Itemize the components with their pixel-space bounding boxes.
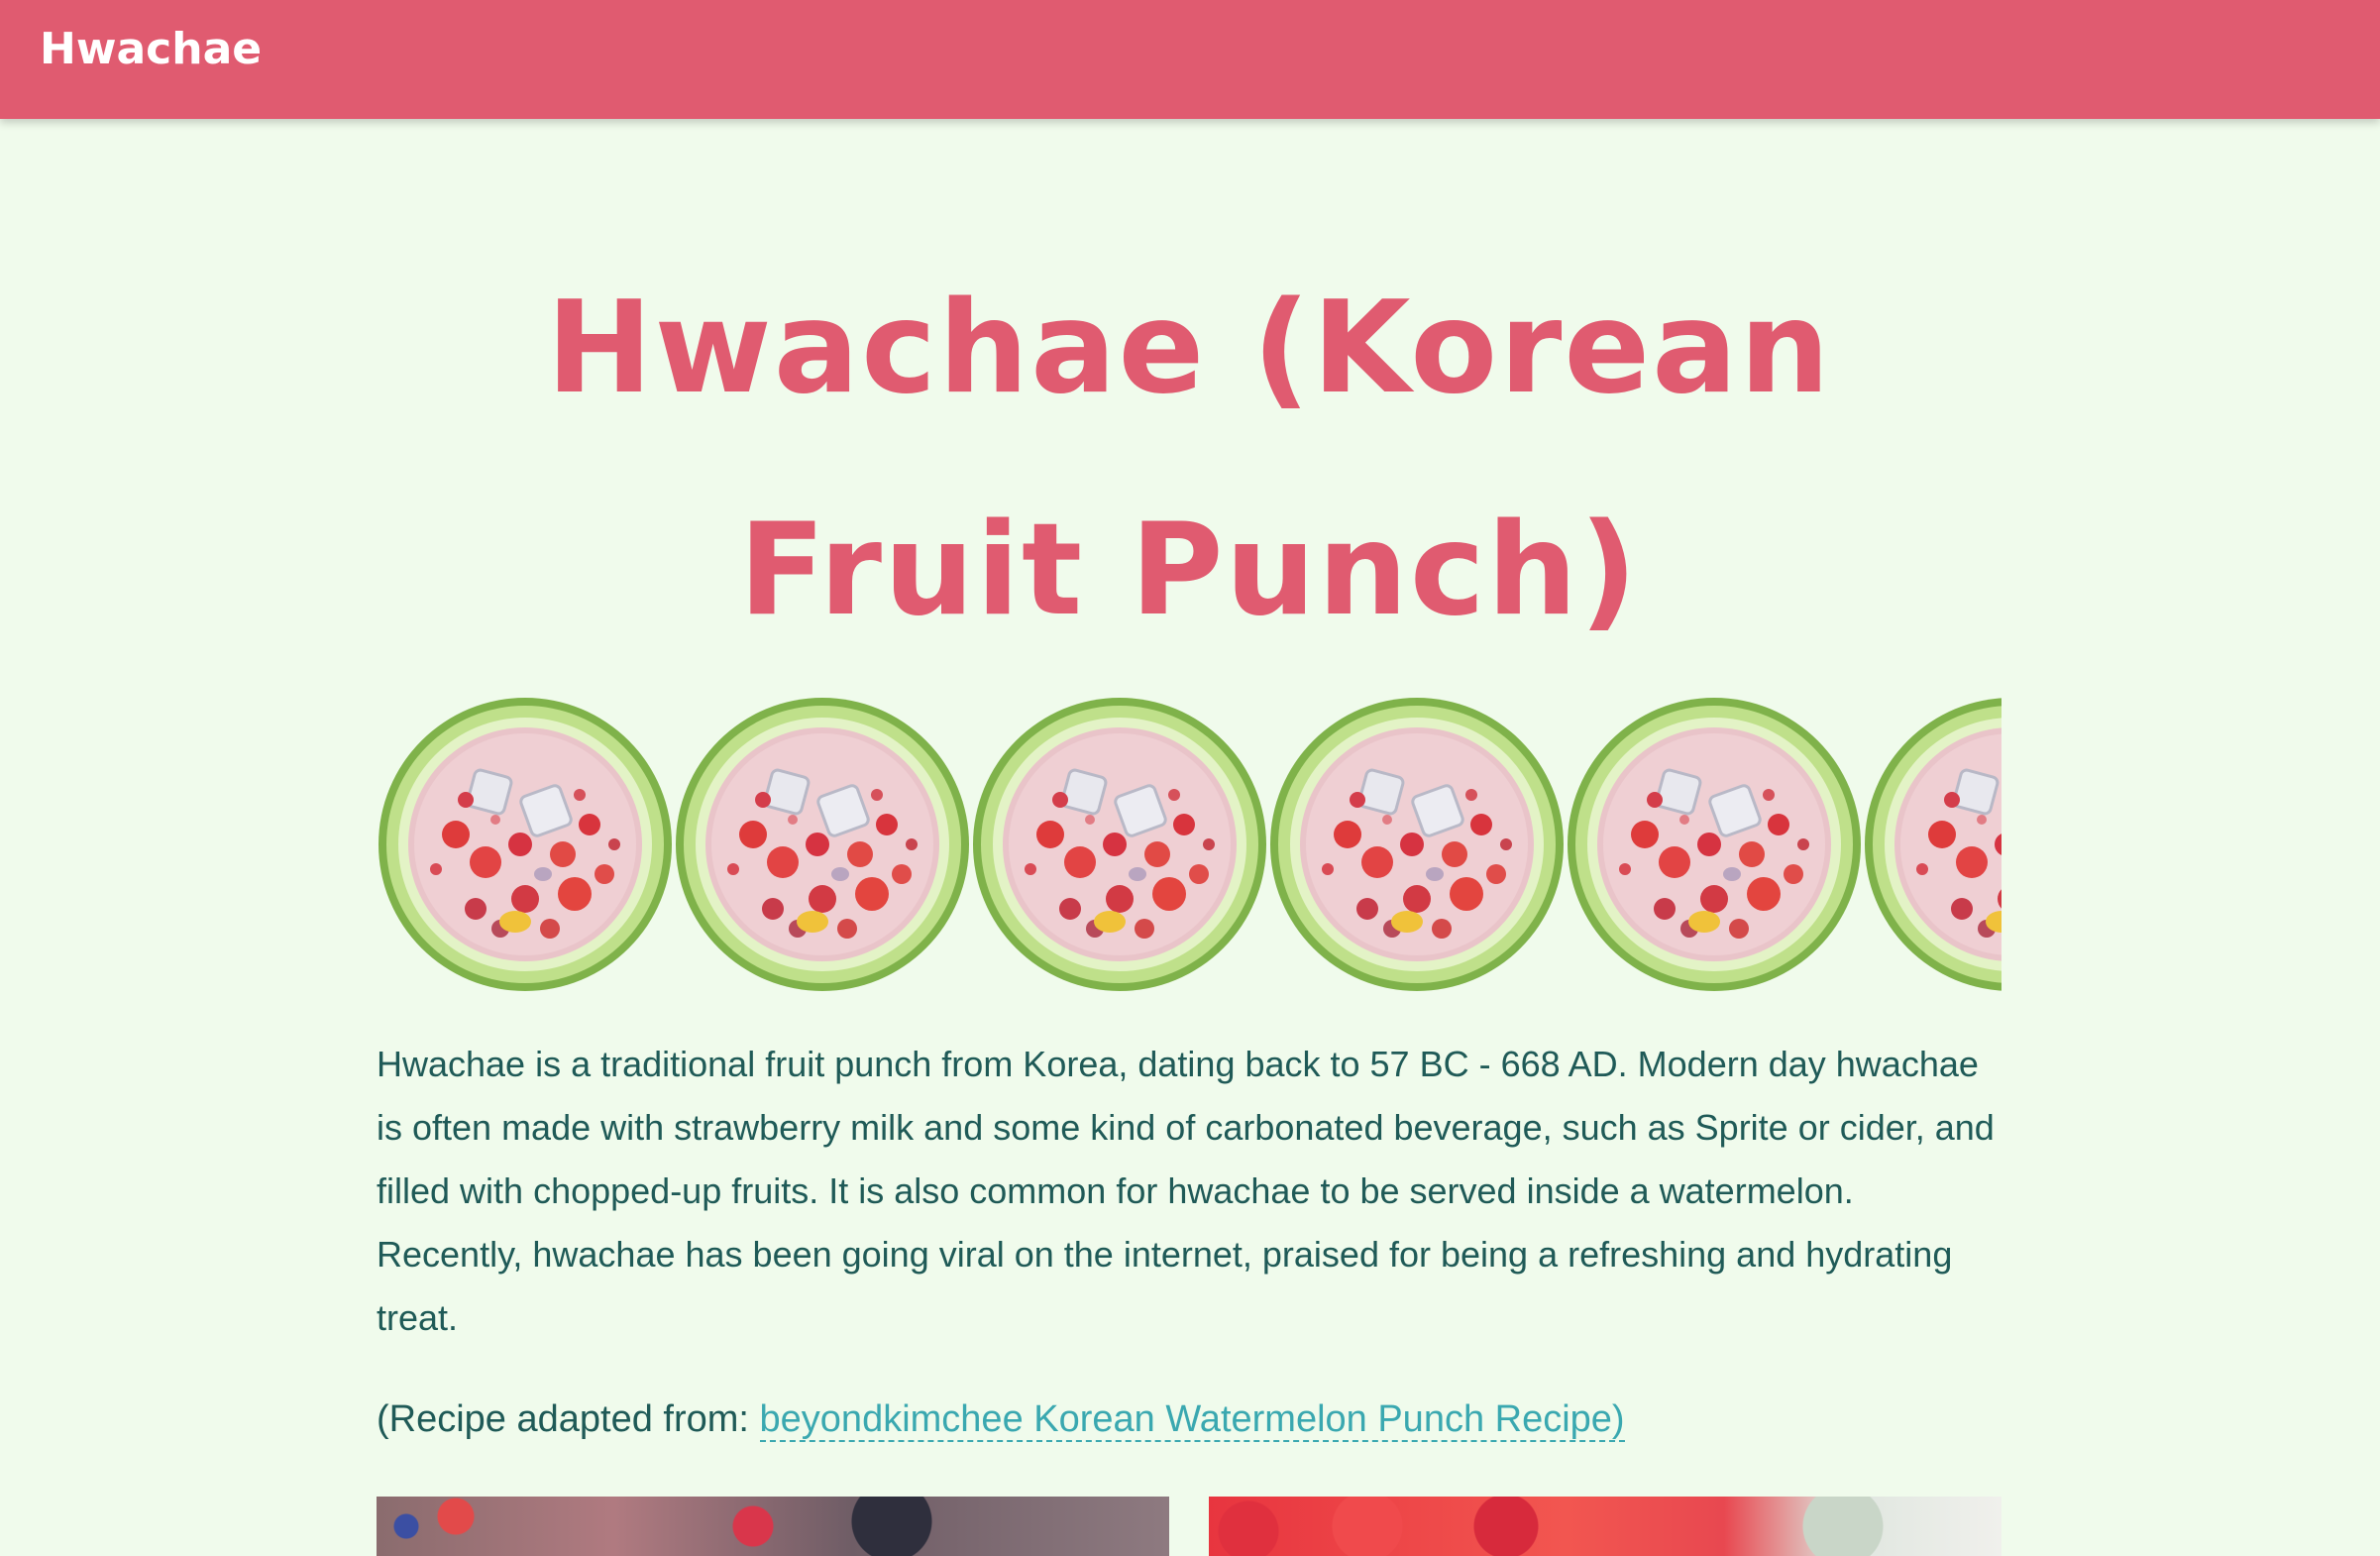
site-brand-link[interactable]: Hwachae <box>40 0 262 99</box>
hwachae-bowl-image <box>1566 696 1863 993</box>
hwachae-bowl-image <box>377 696 674 993</box>
page-title: Hwachae (Korean Fruit Punch) <box>546 275 1832 644</box>
recipe-photo-row <box>377 1497 2001 1556</box>
recipe-credit-label: (Recipe adapted from: <box>377 1398 760 1440</box>
hwachae-bowl-image <box>971 696 1268 993</box>
hwachae-bowl-image <box>674 696 971 993</box>
top-navigation-bar: Hwachae <box>0 0 2380 119</box>
intro-paragraph: Hwachae is a traditional fruit punch fro… <box>377 1044 1995 1338</box>
hwachae-bowl-image <box>1863 696 2001 993</box>
hwachae-image-strip <box>377 696 2001 993</box>
recipe-photo-watermelon <box>1209 1497 2001 1556</box>
recipe-credit: (Recipe adapted from: beyondkimchee Kore… <box>377 1388 2001 1451</box>
recipe-photo-ingredients <box>377 1497 1169 1556</box>
recipe-source-link[interactable]: beyondkimchee Korean Watermelon Punch Re… <box>759 1398 1625 1442</box>
article-content: Hwachae (Korean Fruit Punch) Hwachae is … <box>377 238 2001 1451</box>
hwachae-bowl-image <box>1268 696 1566 993</box>
